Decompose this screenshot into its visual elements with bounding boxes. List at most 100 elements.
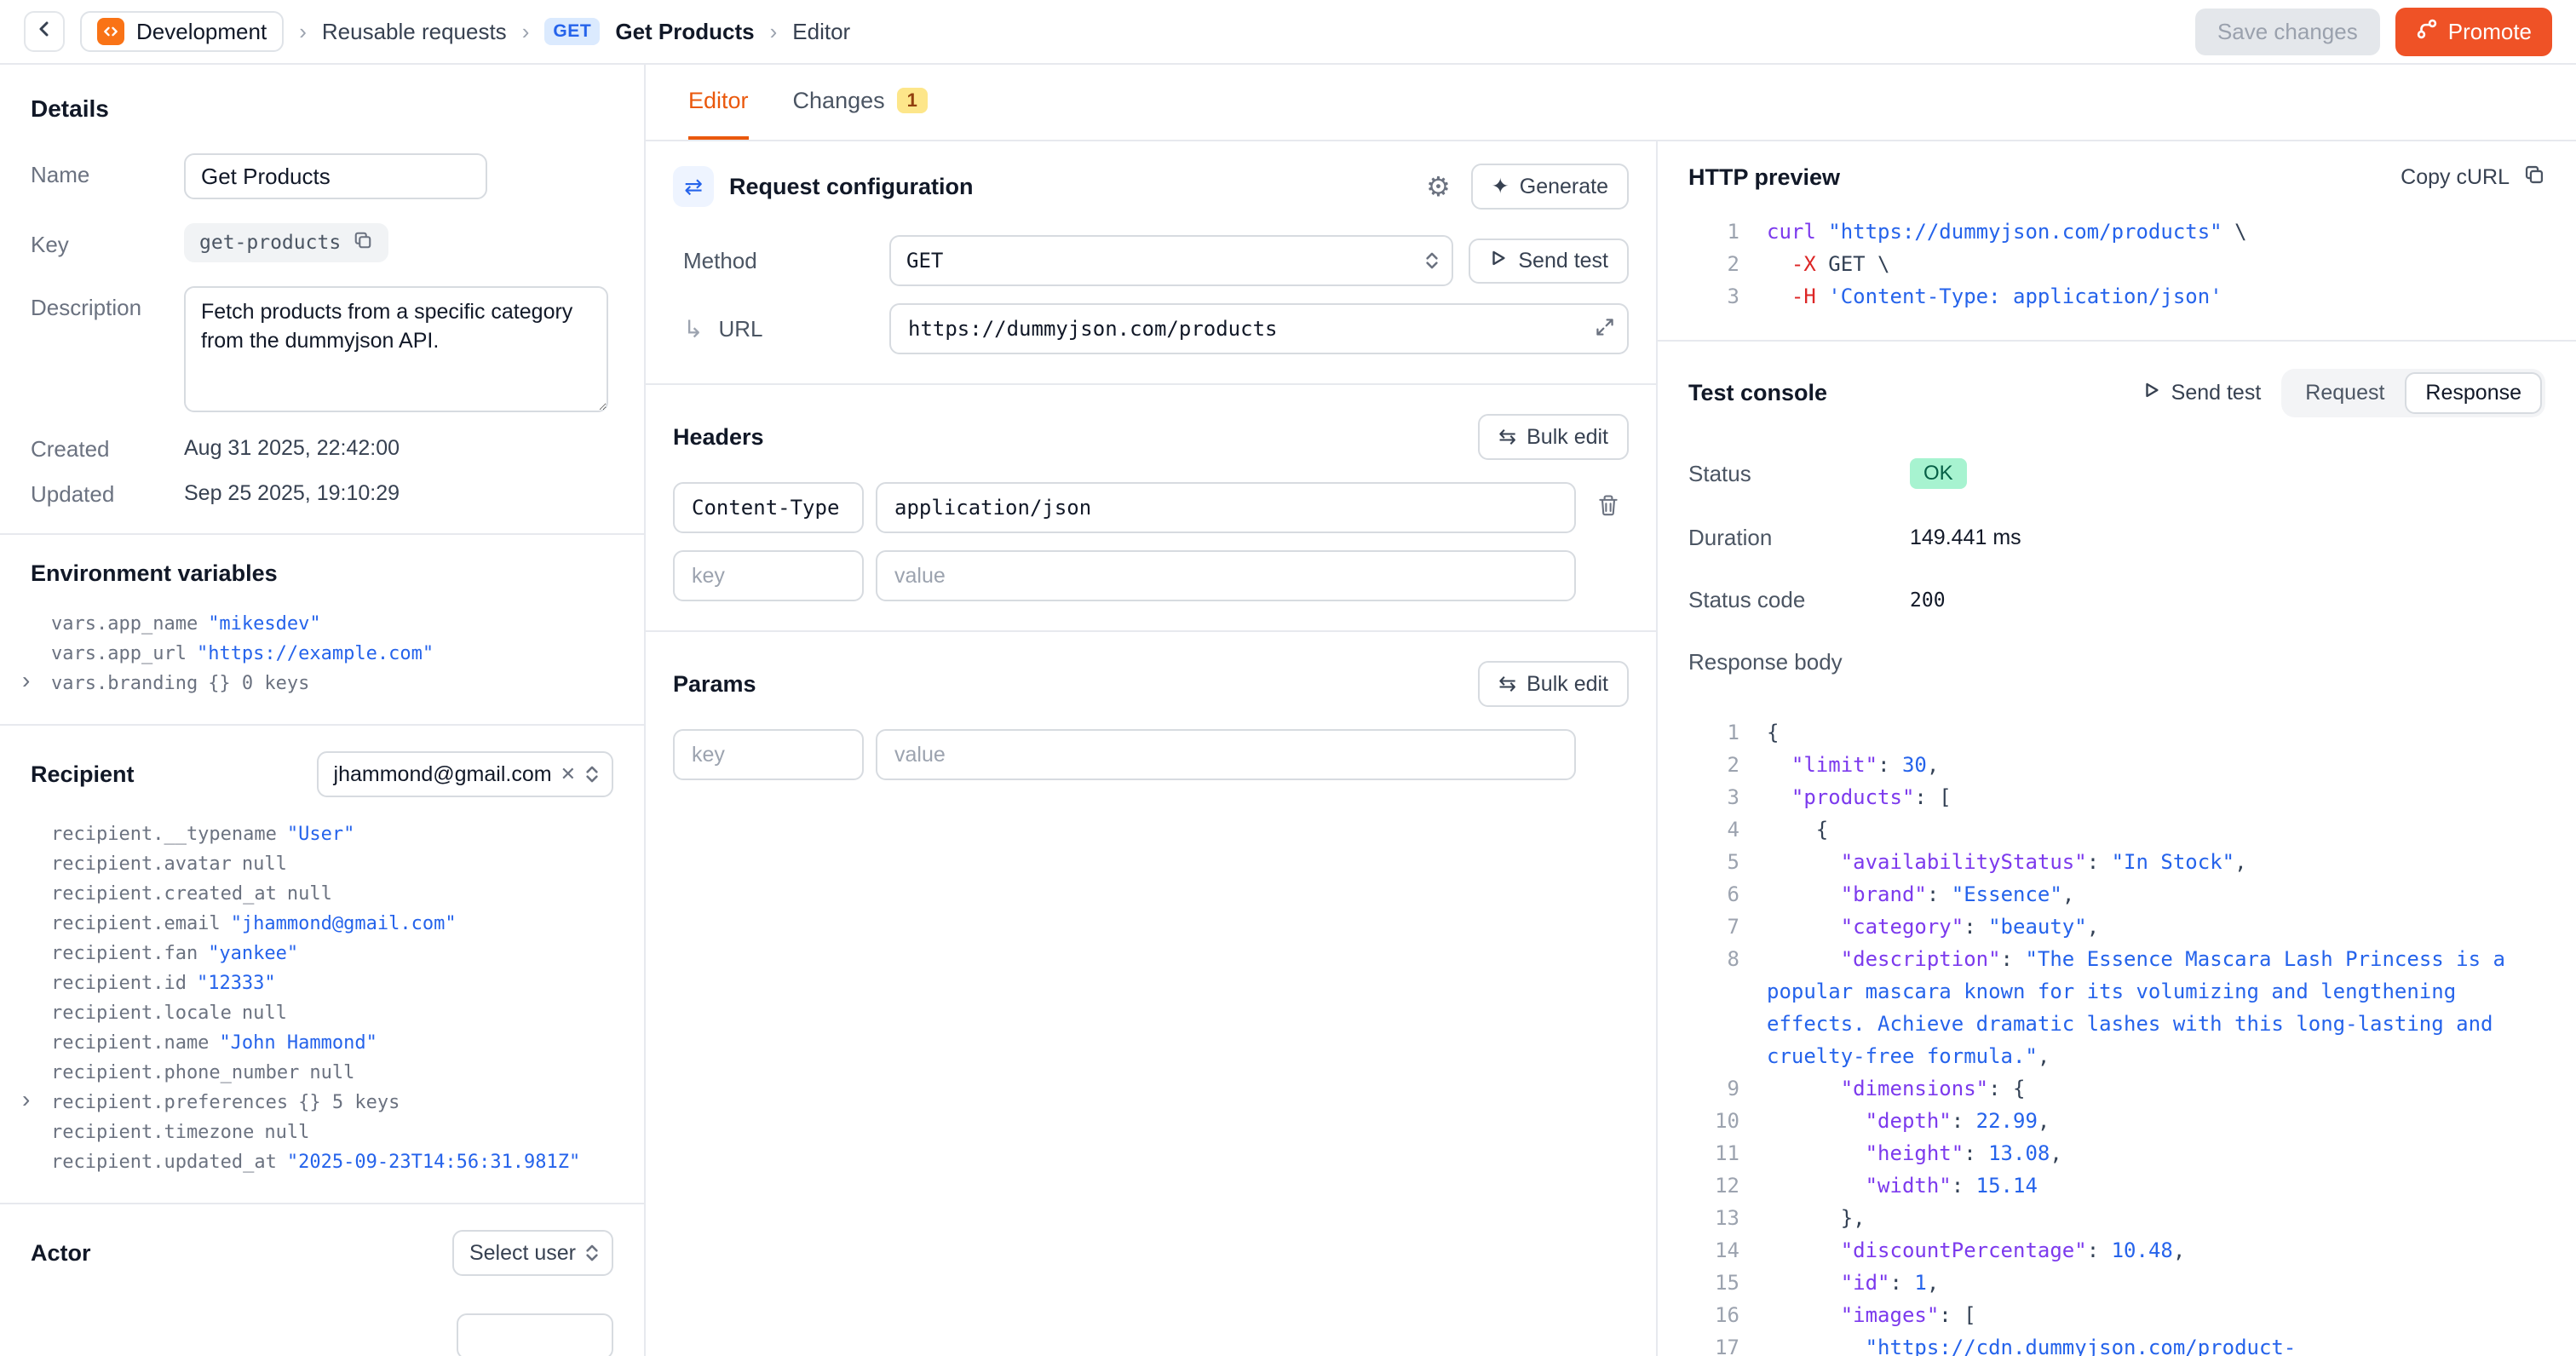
recipient-header: Recipient jhammond@gmail.com ✕	[31, 751, 613, 797]
header-row	[673, 482, 1629, 533]
select-chevrons-icon	[584, 1242, 600, 1264]
key-row: Key get-products	[31, 223, 613, 262]
breadcrumb-request-name[interactable]: Get Products	[615, 19, 754, 45]
created-label: Created	[31, 436, 184, 463]
method-value: GET	[906, 249, 943, 273]
headers-title: Headers	[673, 424, 764, 451]
actor-select[interactable]: Select user	[452, 1230, 613, 1276]
actor-header: Actor Select user	[31, 1230, 613, 1276]
breadcrumb-reusable-requests[interactable]: Reusable requests	[322, 19, 507, 45]
back-button[interactable]	[24, 11, 65, 52]
generate-button[interactable]: ✦ Generate	[1471, 164, 1629, 210]
recipient-field-row: recipient.timezone null	[31, 1118, 613, 1147]
environment-variables-title: Environment variables	[31, 560, 613, 587]
recipient-selected-value: jhammond@gmail.com	[334, 762, 552, 787]
sidebar-divider	[0, 1203, 644, 1204]
http-preview-column: HTTP preview Copy cURL 1curl "https://du…	[1658, 141, 2576, 1356]
code-line: 8 "description": "The Essence Mascara La…	[1688, 943, 2545, 1072]
copy-icon[interactable]	[353, 230, 373, 256]
swap-arrows-icon: ⇄	[673, 166, 714, 207]
breadcrumb-separator: ›	[522, 19, 530, 45]
recipient-field-row: recipient.__typename "User"	[31, 819, 613, 849]
line-number: 4	[1688, 813, 1767, 846]
code-text: "images": [	[1767, 1299, 2545, 1331]
recipient-title: Recipient	[31, 761, 135, 788]
details-title: Details	[31, 95, 613, 123]
params-bulk-edit-button[interactable]: ⇆ Bulk edit	[1478, 661, 1629, 707]
code-text: "discountPercentage": 10.48,	[1767, 1234, 2545, 1267]
header-key-input[interactable]	[673, 550, 864, 601]
line-number: 3	[1688, 781, 1767, 813]
cutoff-select[interactable]	[457, 1313, 613, 1356]
line-number: 2	[1688, 749, 1767, 781]
env-var-row: vars.app_url "https://example.com"	[31, 639, 613, 669]
response-tab-button[interactable]: Response	[2405, 372, 2542, 414]
param-key-input[interactable]	[673, 729, 864, 780]
line-number: 6	[1688, 878, 1767, 911]
select-chevrons-icon	[1424, 250, 1440, 272]
method-badge: GET	[544, 18, 600, 45]
breadcrumb-editor: Editor	[792, 19, 850, 45]
recipient-fields-list: recipient.__typename "User" recipient.av…	[31, 819, 613, 1177]
code-line: 2 -X GET \	[1688, 248, 2545, 280]
actor-title: Actor	[31, 1240, 91, 1267]
delete-header-button[interactable]	[1588, 493, 1629, 523]
code-text: "height": 13.08,	[1767, 1137, 2545, 1169]
var-value: "https://example.com"	[197, 643, 434, 664]
tab-changes[interactable]: Changes 1	[793, 65, 928, 140]
expand-icon[interactable]	[1595, 317, 1615, 343]
code-text: "availabilityStatus": "In Stock",	[1767, 846, 2545, 878]
header-key-input[interactable]	[673, 482, 864, 533]
code-line: 14 "discountPercentage": 10.48,	[1688, 1234, 2545, 1267]
method-select[interactable]: GET	[889, 235, 1453, 286]
line-number: 15	[1688, 1267, 1767, 1299]
header-value-input[interactable]	[876, 550, 1576, 601]
param-value-input[interactable]	[876, 729, 1576, 780]
save-changes-button[interactable]: Save changes	[2195, 9, 2380, 55]
console-send-test-button[interactable]: Send test	[2142, 381, 2262, 405]
recipient-select[interactable]: jhammond@gmail.com ✕	[317, 751, 613, 797]
params-title: Params	[673, 671, 756, 698]
request-response-toggle: Request Response	[2281, 369, 2545, 417]
code-line: 1curl "https://dummyjson.com/products" \	[1688, 215, 2545, 248]
chevron-left-icon	[34, 19, 55, 45]
updated-value: Sep 25 2025, 19:10:29	[184, 481, 400, 508]
recipient-field-row: recipient.created_at null	[31, 879, 613, 909]
line-number: 1	[1688, 716, 1767, 749]
method-label: Method	[673, 248, 874, 274]
name-label: Name	[31, 153, 184, 199]
status-badge: OK	[1910, 458, 1967, 489]
key-label: Key	[31, 223, 184, 262]
gear-icon[interactable]: ⚙	[1426, 173, 1451, 200]
workspace-switcher[interactable]: Development	[80, 11, 284, 52]
status-label: Status	[1688, 461, 1910, 487]
code-line: 9 "dimensions": {	[1688, 1072, 2545, 1105]
recipient-field-row: recipient.name "John Hammond"	[31, 1028, 613, 1058]
changes-count-badge: 1	[897, 88, 928, 113]
recipient-field-row: › recipient.preferences {} 5 keys	[31, 1088, 613, 1118]
send-test-button[interactable]: Send test	[1469, 238, 1629, 284]
name-input[interactable]	[184, 153, 487, 199]
tab-editor[interactable]: Editor	[688, 65, 749, 140]
clear-icon[interactable]: ✕	[561, 763, 576, 785]
expand-chevron-icon[interactable]: ›	[22, 669, 30, 692]
response-body-row: Response body	[1688, 649, 2545, 675]
line-number: 14	[1688, 1234, 1767, 1267]
bulk-edit-icon: ⇆	[1498, 671, 1516, 697]
code-text: "width": 15.14	[1767, 1169, 2545, 1202]
description-textarea[interactable]: Fetch products from a specific category …	[184, 286, 608, 412]
request-tab-button[interactable]: Request	[2285, 372, 2405, 414]
url-row: ↳ URL	[673, 303, 1629, 354]
url-input[interactable]	[889, 303, 1629, 354]
header-value-input[interactable]	[876, 482, 1576, 533]
key-chip[interactable]: get-products	[184, 223, 388, 262]
expand-chevron-icon[interactable]: ›	[22, 1088, 30, 1112]
code-text: "depth": 22.99,	[1767, 1105, 2545, 1137]
duration-label: Duration	[1688, 525, 1910, 551]
promote-button[interactable]: Promote	[2395, 8, 2552, 56]
copy-curl-button[interactable]: Copy cURL	[2401, 164, 2545, 192]
code-line: 3 -H 'Content-Type: application/json'	[1688, 280, 2545, 313]
headers-bulk-edit-button[interactable]: ⇆ Bulk edit	[1478, 414, 1629, 460]
method-row: Method GET Send test	[673, 235, 1629, 286]
code-text: "category": "beauty",	[1767, 911, 2545, 943]
